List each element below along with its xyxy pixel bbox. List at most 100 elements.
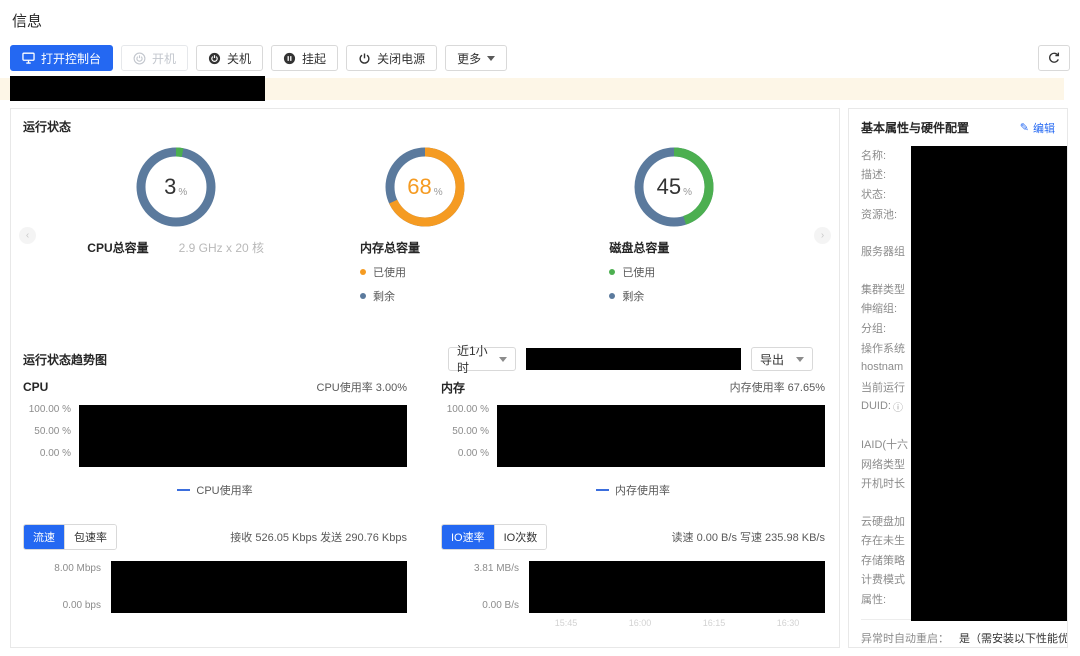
cpu-chart-title: CPU bbox=[23, 380, 48, 394]
memory-chart-yaxis: 100.00 % 50.00 % 0.00 % bbox=[441, 405, 497, 467]
legend-label: 内存使用率 bbox=[615, 482, 670, 498]
time-range-select[interactable]: 近1小时 bbox=[448, 347, 516, 371]
network-chart-yaxis: 8.00 Mbps 0.00 bps bbox=[23, 561, 111, 613]
disk-legend-used[interactable]: 已使用 bbox=[609, 264, 739, 280]
io-chart-xaxis: 15:45 16:00 16:15 16:30 bbox=[529, 618, 825, 628]
memory-capacity-label: 内存总容量 bbox=[360, 239, 490, 256]
memory-trend-chart: 内存 内存使用率 67.65% 100.00 % 50.00 % 0.00 % … bbox=[441, 371, 825, 497]
carousel-next-button[interactable]: › bbox=[814, 227, 831, 244]
legend-label: 剩余 bbox=[373, 288, 395, 304]
disk-usage-unit: % bbox=[683, 187, 692, 198]
io-chart-area-redacted bbox=[529, 561, 825, 613]
cpu-usage-value: 3 bbox=[164, 174, 176, 200]
carousel-prev-button[interactable]: ‹ bbox=[19, 227, 36, 244]
power-on-button: 开机 bbox=[121, 45, 188, 71]
io-tabs: IO速率 IO次数 bbox=[441, 524, 547, 550]
edit-label: 编辑 bbox=[1033, 120, 1055, 136]
cpu-chart-legend[interactable]: CPU使用率 bbox=[23, 483, 407, 497]
cpu-usage-stat: CPU使用率 3.00% bbox=[317, 379, 407, 395]
cpu-gauge: 3 % CPU总容量 2.9 GHz x 20 核 bbox=[51, 137, 300, 304]
legend-dot bbox=[609, 293, 615, 299]
disk-capacity-label: 磁盘总容量 bbox=[609, 239, 739, 256]
properties-card: 基本属性与硬件配置 ✎ 编辑 名称: 描述: 状态: 资源池: 服务器组 集群类… bbox=[848, 108, 1068, 648]
gauge-carousel: ‹ › 3 % CPU总容量 2.9 GHz x 20 核 bbox=[11, 137, 839, 327]
properties-title: 基本属性与硬件配置 bbox=[861, 119, 969, 136]
suspend-label: 挂起 bbox=[302, 50, 326, 67]
auto-restart-label: 异常时自动重启： bbox=[861, 630, 949, 646]
tab-packet-rate[interactable]: 包速率 bbox=[64, 525, 116, 549]
running-status-title: 运行状态 bbox=[23, 118, 71, 135]
cpu-spec-label: 2.9 GHz x 20 核 bbox=[179, 239, 264, 256]
tab-io-rate[interactable]: IO速率 bbox=[442, 525, 494, 549]
export-label: 导出 bbox=[760, 351, 784, 368]
chevron-down-icon bbox=[796, 357, 804, 362]
tab-io-count[interactable]: IO次数 bbox=[494, 525, 547, 549]
cpu-chart-yaxis: 100.00 % 50.00 % 0.00 % bbox=[23, 405, 79, 467]
legend-dot bbox=[360, 269, 366, 275]
memory-chart-area-redacted bbox=[497, 405, 825, 467]
legend-label: 剩余 bbox=[622, 288, 644, 304]
legend-label: CPU使用率 bbox=[196, 482, 252, 498]
shutdown-button[interactable]: 关机 bbox=[196, 45, 263, 71]
suspend-icon bbox=[283, 52, 296, 65]
trend-section-title: 运行状态趋势图 bbox=[23, 351, 107, 368]
shutdown-label: 关机 bbox=[227, 50, 251, 67]
memory-usage-value: 68 bbox=[407, 174, 431, 200]
power-on-label: 开机 bbox=[152, 50, 176, 67]
disk-legend-free[interactable]: 剩余 bbox=[609, 288, 739, 304]
auto-restart-value: 是（需安装以下性能优 bbox=[959, 630, 1067, 646]
open-console-button[interactable]: 打开控制台 bbox=[10, 45, 113, 71]
legend-label: 已使用 bbox=[373, 264, 406, 280]
open-console-label: 打开控制台 bbox=[41, 50, 101, 67]
legend-line-icon bbox=[596, 489, 609, 491]
memory-legend-free[interactable]: 剩余 bbox=[360, 288, 490, 304]
network-tabs: 流速 包速率 bbox=[23, 524, 117, 550]
legend-label: 已使用 bbox=[622, 264, 655, 280]
redaction-box bbox=[10, 76, 265, 101]
legend-dot bbox=[360, 293, 366, 299]
console-icon bbox=[22, 52, 35, 64]
cpu-capacity-label: CPU总容量 bbox=[87, 239, 148, 256]
more-label: 更多 bbox=[457, 50, 481, 67]
trend-charts: CPU CPU使用率 3.00% 100.00 % 50.00 % 0.00 %… bbox=[23, 371, 825, 628]
disk-gauge: 45 % 磁盘总容量 已使用 剩余 bbox=[550, 137, 799, 304]
suspend-button[interactable]: 挂起 bbox=[271, 45, 338, 71]
cpu-usage-unit: % bbox=[178, 187, 187, 198]
auto-restart-row: 异常时自动重启： 是（需安装以下性能优 bbox=[861, 619, 1067, 646]
legend-dot bbox=[609, 269, 615, 275]
memory-gauge: 68 % 内存总容量 已使用 剩余 bbox=[300, 137, 549, 304]
chevron-down-icon bbox=[487, 56, 495, 61]
toolbar: 打开控制台 开机 关机 挂起 关闭电源 更多 bbox=[10, 45, 1070, 71]
memory-chart-title: 内存 bbox=[441, 379, 465, 396]
cpu-chart-area-redacted bbox=[79, 405, 407, 467]
power-off-button[interactable]: 关闭电源 bbox=[346, 45, 437, 71]
io-chart-yaxis: 3.81 MB/s 0.00 B/s bbox=[441, 561, 529, 613]
network-chart-area-redacted bbox=[111, 561, 407, 613]
date-range-input-redacted[interactable] bbox=[526, 348, 741, 370]
page-title: 信息 bbox=[12, 10, 42, 31]
shutdown-icon bbox=[208, 52, 221, 65]
pencil-icon: ✎ bbox=[1020, 121, 1029, 134]
io-stat: 读速 0.00 B/s 写速 235.98 KB/s bbox=[672, 529, 825, 545]
power-off-label: 关闭电源 bbox=[377, 50, 425, 67]
legend-line-icon bbox=[177, 489, 190, 491]
more-button[interactable]: 更多 bbox=[445, 45, 507, 71]
network-stat: 接收 526.05 Kbps 发送 290.76 Kbps bbox=[230, 529, 407, 545]
memory-legend-used[interactable]: 已使用 bbox=[360, 264, 490, 280]
export-select[interactable]: 导出 bbox=[751, 347, 813, 371]
memory-usage-stat: 内存使用率 67.65% bbox=[730, 379, 825, 395]
refresh-button[interactable] bbox=[1038, 45, 1070, 71]
running-status-card: 运行状态 ‹ › 3 % CPU总容量 2.9 GHz bbox=[10, 108, 840, 648]
redaction-box bbox=[911, 146, 1067, 621]
cpu-trend-chart: CPU CPU使用率 3.00% 100.00 % 50.00 % 0.00 %… bbox=[23, 371, 407, 497]
memory-chart-legend[interactable]: 内存使用率 bbox=[441, 483, 825, 497]
memory-usage-unit: % bbox=[434, 187, 443, 198]
power-off-icon bbox=[358, 52, 371, 65]
io-trend-chart: IO速率 IO次数 读速 0.00 B/s 写速 235.98 KB/s 3.8… bbox=[441, 505, 825, 628]
chevron-down-icon bbox=[499, 357, 507, 362]
power-on-icon bbox=[133, 52, 146, 65]
info-icon[interactable]: ⓘ bbox=[893, 399, 903, 414]
tab-flow-rate[interactable]: 流速 bbox=[24, 525, 64, 549]
donut-gauges: 3 % CPU总容量 2.9 GHz x 20 核 68 bbox=[51, 137, 799, 304]
edit-button[interactable]: ✎ 编辑 bbox=[1020, 120, 1055, 136]
